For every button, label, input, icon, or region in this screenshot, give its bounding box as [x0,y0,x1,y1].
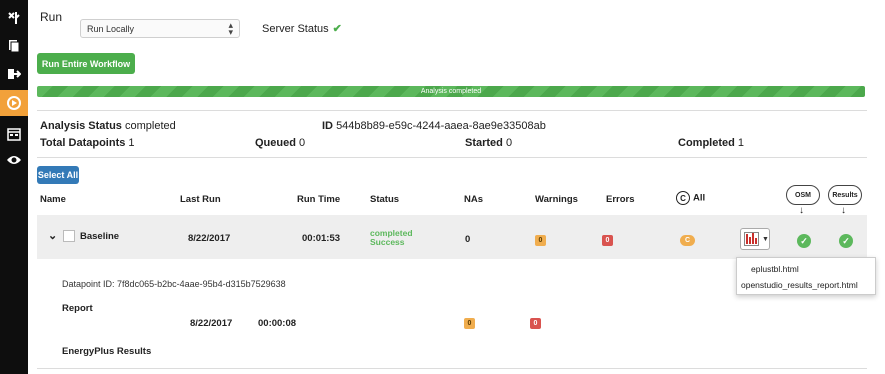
queued-count: Queued 0 [255,137,305,149]
col-header-run-time[interactable]: Run Time [297,194,340,205]
run-mode-value: Run Locally [87,24,135,34]
datapoint-nas: 0 [465,234,471,245]
datapoint-id-label: Datapoint ID: [62,279,115,289]
completed-value: 1 [737,137,745,149]
datapoint-last-run: 8/22/2017 [188,233,231,244]
divider [37,110,867,111]
report-errors-badge: 0 [530,318,541,329]
run-mode-select[interactable]: Run Locally ▴ ▾ [80,19,240,38]
warnings-badge: 0 [535,235,546,246]
divider [37,157,867,158]
bar-chart-icon [744,232,759,246]
run-entire-workflow-button[interactable]: Run Entire Workflow [37,53,135,74]
chevron-down-icon[interactable]: ⌄ [48,229,57,242]
completed-label: Completed [678,137,735,149]
id-label: ID [322,120,333,132]
queued-value: 0 [299,137,306,149]
col-header-nas[interactable]: NAs [464,194,483,205]
report-last-run: 8/22/2017 [190,318,233,329]
datapoint-id-value: 7f8dc065-b2bc-4aae-95b4-d315b7529638 [117,279,286,289]
results-check-icon[interactable]: ✓ [839,234,853,248]
dropdown-item-eplustbl[interactable]: eplustbl.html [751,264,799,274]
col-header-errors[interactable]: Errors [606,194,635,205]
errors-badge: 0 [602,235,613,246]
completed-count: Completed 1 [678,137,744,149]
select-arrows-icon: ▴ ▾ [228,20,233,37]
col-header-all[interactable]: C All [676,191,705,205]
energyplus-results-label: EnergyPlus Results [62,346,152,357]
reports-dropdown-menu: eplustbl.html openstudio_results_report.… [736,257,876,295]
results-download-header[interactable]: Results [828,185,862,205]
caret-down-icon: ▼ [762,235,769,243]
app-root: Run Run Locally ▴ ▾ Server Status ✔ Run En… [0,0,885,374]
progress-text: Analysis completed [420,88,482,95]
left-sidebar [0,0,28,374]
datapoint-status: completed Success [370,229,413,247]
run-label: Run [40,10,63,24]
analysis-status-value: completed [124,120,176,132]
col-header-all-label: All [693,192,706,204]
col-header-warnings[interactable]: Warnings [535,194,578,205]
osm-label: OSM [795,191,811,199]
c-circle-icon: C [676,191,690,205]
datapoint-id: Datapoint ID: 7f8dc065-b2bc-4aae-95b4-d3… [62,279,286,289]
results-label: Results [832,191,858,199]
dropdown-item-openstudio-report[interactable]: openstudio_results_report.html [741,280,858,290]
col-header-name[interactable]: Name [40,194,66,205]
calendar-icon[interactable] [4,124,24,144]
select-all-button[interactable]: Select All [37,166,79,184]
analysis-status-label: Analysis Status [40,120,122,132]
report-run-time: 00:00:08 [258,318,297,329]
osm-download-header[interactable]: OSM [786,185,820,205]
started-value: 0 [505,137,513,149]
row-checkbox[interactable] [63,230,75,242]
tools-icon[interactable] [4,8,24,28]
col-header-last-run[interactable]: Last Run [180,194,221,205]
col-header-status[interactable]: Status [370,194,399,205]
reports-dropdown-button[interactable]: ▼ [740,228,770,250]
id-value: 544b8b89-e59c-4244-aaea-8ae9e33508ab [336,120,546,132]
started-count: Started 0 [465,137,512,149]
report-warnings-badge: 0 [464,318,475,329]
run-icon[interactable] [0,90,28,116]
total-datapoints-label: Total Datapoints [40,137,126,149]
analysis-progress-bar: Analysis completed [37,86,865,97]
started-label: Started [465,137,503,149]
server-status: Server Status ✔ [262,22,342,35]
eye-icon[interactable] [4,150,24,170]
checkmark-icon: ✔ [332,23,342,35]
datapoint-name: Baseline [80,231,120,242]
osm-check-icon[interactable]: ✓ [797,234,811,248]
all-badge: C [680,235,695,246]
server-status-label: Server Status [262,23,329,35]
documents-icon[interactable] [4,36,24,56]
queued-label: Queued [255,137,296,149]
export-icon[interactable] [4,64,24,84]
total-datapoints: Total Datapoints 1 [40,137,135,149]
datapoint-run-time: 00:01:53 [302,233,341,244]
status-line2: Success [370,237,405,247]
analysis-status: Analysis Status completed [40,120,176,132]
total-datapoints-value: 1 [128,137,135,149]
analysis-id: ID 544b8b89-e59c-4244-aaea-8ae9e33508ab [322,120,546,132]
report-label: Report [62,303,93,314]
